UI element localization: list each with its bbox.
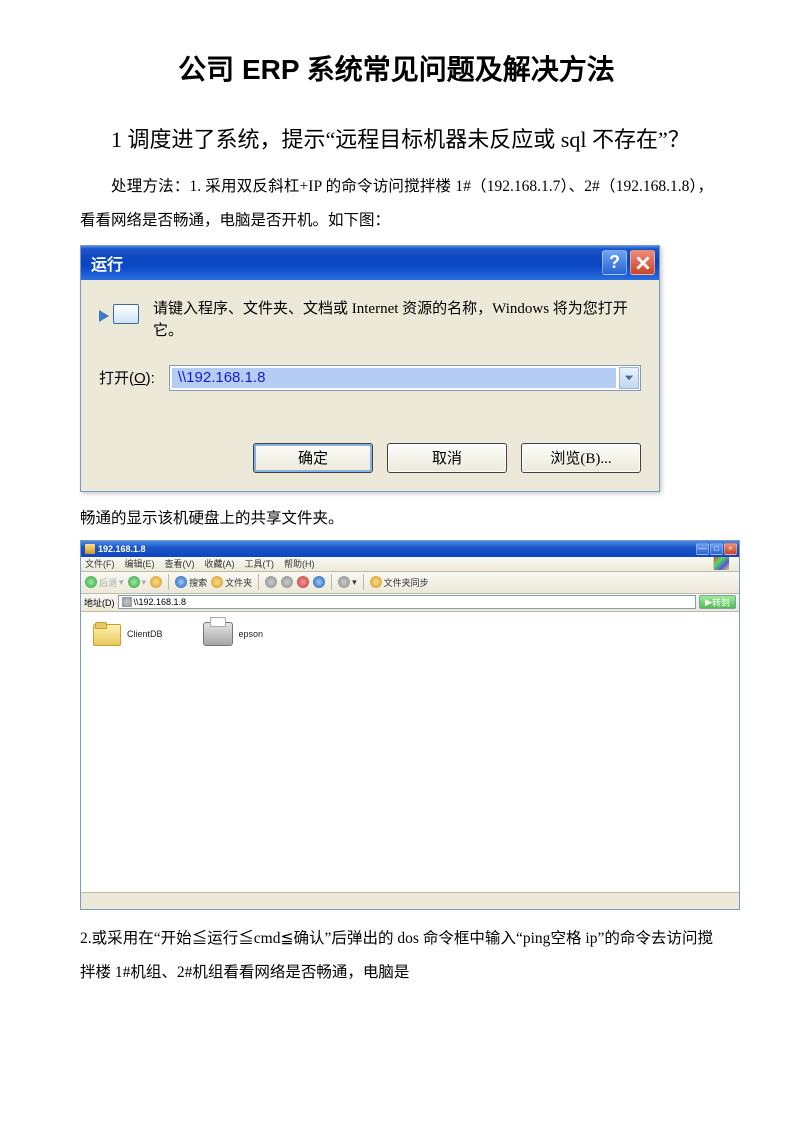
help-button[interactable]: ? — [602, 250, 627, 275]
chevron-down-icon — [625, 375, 633, 381]
close-icon — [636, 256, 650, 270]
back-icon — [85, 576, 97, 588]
explorer-statusbar — [81, 892, 739, 909]
back-button[interactable]: 后退 ▾ — [85, 576, 124, 589]
cancel-button[interactable]: 取消 — [387, 443, 507, 473]
maximize-button[interactable]: □ — [710, 543, 723, 555]
dropdown-arrow[interactable] — [619, 367, 639, 389]
share-item-clientdb[interactable]: ClientDB — [93, 622, 163, 646]
paragraph-1: 处理方法：1. 采用双反斜杠+IP 的命令访问搅拌楼 1#（192.168.1.… — [80, 170, 713, 238]
run-icon — [99, 300, 139, 332]
explorer-toolbar: 后退 ▾ ▾ 搜索 文件夹 ▾ 文件夹同步 — [81, 572, 739, 594]
menu-help[interactable]: 帮助(H) — [284, 557, 315, 570]
up-icon — [150, 576, 162, 588]
share-item-printer[interactable]: epson — [203, 622, 264, 646]
menu-edit[interactable]: 编辑(E) — [125, 557, 155, 570]
ok-button[interactable]: 确定 — [253, 443, 373, 473]
explorer-close-button[interactable]: × — [724, 543, 737, 555]
share-label: ClientDB — [127, 629, 163, 639]
undo-icon — [313, 576, 325, 588]
page-title: 公司 ERP 系统常见问题及解决方法 — [80, 48, 713, 88]
run-body: 请键入程序、文件夹、文档或 Internet 资源的名称，Windows 将为您… — [81, 280, 659, 491]
up-button[interactable] — [150, 576, 162, 588]
close-button[interactable] — [630, 250, 655, 275]
share-label: epson — [239, 629, 264, 639]
tb-del[interactable] — [297, 576, 309, 588]
open-combobox[interactable]: \\192.168.1.8 — [169, 365, 641, 391]
tb-move[interactable] — [281, 576, 293, 588]
search-button[interactable]: 搜索 — [175, 576, 207, 589]
tb-sync[interactable]: 文件夹同步 — [370, 576, 429, 589]
run-titlebar: 运行 ? — [81, 246, 659, 280]
run-dialog: 运行 ? 请键入程序、文件夹、文档或 Internet 资源的名称，Window… — [80, 245, 660, 492]
menu-fav[interactable]: 收藏(A) — [205, 557, 235, 570]
minimize-button[interactable]: — — [696, 543, 709, 555]
run-title-text: 运行 — [91, 251, 599, 275]
addr-label: 地址(D) — [84, 596, 115, 609]
folders-icon — [211, 576, 223, 588]
explorer-window: 192.168.1.8 — □ × 文件(F) 编辑(E) 查看(V) 收藏(A… — [80, 540, 740, 910]
explorer-menubar: 文件(F) 编辑(E) 查看(V) 收藏(A) 工具(T) 帮助(H) — [81, 557, 739, 572]
folder-icon — [93, 622, 121, 646]
go-button[interactable]: ▶ 转到 — [699, 595, 736, 609]
browse-button[interactable]: 浏览(B)... — [521, 443, 641, 473]
explorer-title-text: 192.168.1.8 — [98, 544, 695, 554]
open-input-value[interactable]: \\192.168.1.8 — [172, 368, 616, 388]
address-value: \\192.168.1.8 — [134, 595, 187, 609]
q1-text: 1 调度进了系统，提示“远程目标机器未反应或 sql 不存在”？ — [111, 127, 690, 152]
forward-icon — [128, 576, 140, 588]
explorer-content: ClientDB epson — [81, 612, 739, 892]
menu-view[interactable]: 查看(V) — [165, 557, 195, 570]
windows-flag-icon — [713, 557, 729, 570]
copy-icon — [265, 576, 277, 588]
search-icon — [175, 576, 187, 588]
forward-button[interactable]: ▾ — [128, 576, 147, 588]
tb-undo[interactable] — [313, 576, 325, 588]
menu-file[interactable]: 文件(F) — [85, 557, 115, 570]
move-icon — [281, 576, 293, 588]
explorer-addressbar: 地址(D) \\192.168.1.8 ▶ 转到 — [81, 594, 739, 612]
paragraph-2: 畅通的显示该机硬盘上的共享文件夹。 — [80, 502, 713, 536]
views-icon — [338, 576, 350, 588]
run-prompt: 请键入程序、文件夹、文档或 Internet 资源的名称，Windows 将为您… — [153, 298, 641, 343]
address-input[interactable]: \\192.168.1.8 — [118, 595, 697, 609]
folders-button[interactable]: 文件夹 — [211, 576, 252, 589]
delete-icon — [297, 576, 309, 588]
printer-icon — [203, 622, 233, 646]
open-label: 打开(O): — [99, 367, 155, 388]
folder-icon — [85, 544, 95, 554]
tb-views[interactable]: ▾ — [338, 576, 357, 588]
tb-copy[interactable] — [265, 576, 277, 588]
question-1: 1 调度进了系统，提示“远程目标机器未反应或 sql 不存在”？ — [80, 116, 713, 164]
computer-icon — [122, 597, 132, 607]
explorer-titlebar: 192.168.1.8 — □ × — [81, 541, 739, 557]
menu-tools[interactable]: 工具(T) — [245, 557, 275, 570]
sync-icon — [370, 576, 382, 588]
paragraph-3: 2.或采用在“开始≦运行≦cmd≦确认”后弹出的 dos 命令框中输入“ping… — [80, 922, 713, 990]
